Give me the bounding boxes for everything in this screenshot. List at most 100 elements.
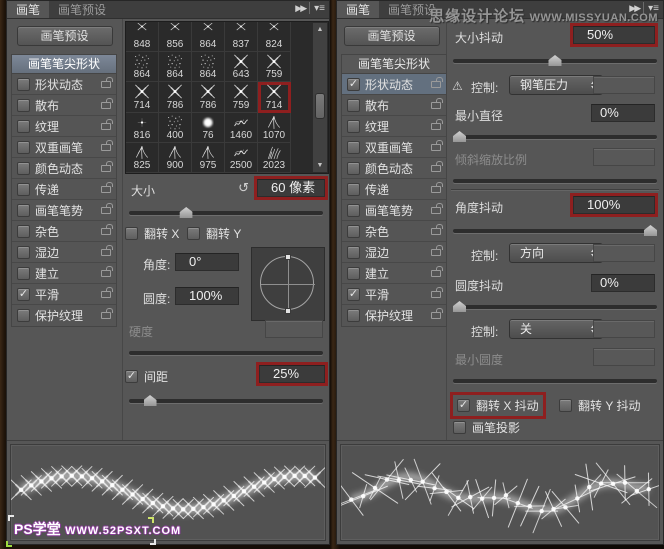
checkbox[interactable]: ✓	[457, 399, 470, 412]
roundness-handle[interactable]	[285, 254, 291, 260]
sidebar-item[interactable]: 纹理	[12, 116, 116, 137]
flip-x-checkbox-row[interactable]: 翻转 X	[125, 225, 179, 242]
checkbox[interactable]	[17, 119, 30, 133]
checkbox[interactable]	[347, 245, 360, 259]
sidebar-item[interactable]: 形状动态	[12, 74, 116, 95]
control-dropdown[interactable]: 方向	[509, 243, 603, 263]
brush-thumbnail[interactable]: 1460	[225, 112, 258, 143]
brush-thumbnail[interactable]: 856	[159, 22, 192, 53]
checkbox[interactable]	[187, 227, 200, 240]
reset-icon[interactable]: ↺	[238, 180, 249, 196]
brush-projection-checkbox-row[interactable]: 画笔投影	[453, 419, 520, 436]
sidebar-item[interactable]: 散布	[342, 95, 446, 116]
sidebar-item[interactable]: 颜色动态	[12, 158, 116, 179]
brush-thumbnail[interactable]: 864	[192, 52, 225, 83]
checkbox[interactable]	[17, 245, 30, 259]
checkbox[interactable]	[17, 98, 30, 112]
checkbox[interactable]	[17, 161, 30, 175]
checkbox[interactable]	[17, 203, 30, 217]
sidebar-item[interactable]: 传递	[12, 179, 116, 200]
sidebar-item[interactable]: 双重画笔	[12, 137, 116, 158]
size-value-field[interactable]: 60 像素	[257, 179, 325, 197]
brush-presets-button[interactable]: 画笔预设	[343, 26, 440, 46]
sidebar-item[interactable]: 画笔笔势	[342, 200, 446, 221]
sidebar-item[interactable]: 纹理	[342, 116, 446, 137]
brush-thumbnail[interactable]: 714	[126, 82, 159, 113]
roundness-jitter-value-field[interactable]: 0%	[591, 274, 655, 292]
checkbox[interactable]	[347, 224, 360, 238]
checkbox[interactable]	[17, 140, 30, 154]
checkbox[interactable]	[347, 266, 360, 280]
brush-thumbnail[interactable]: 759	[225, 82, 258, 113]
slider-thumb[interactable]	[644, 225, 657, 236]
sidebar-item[interactable]: ✓ 平滑	[342, 284, 446, 305]
checkbox[interactable]	[17, 182, 30, 196]
slider-thumb[interactable]	[453, 131, 466, 142]
scroll-thumb[interactable]	[315, 93, 325, 119]
scrollbar[interactable]: ▲ ▼	[312, 23, 327, 172]
brush-thumbnail[interactable]: 759	[258, 52, 291, 83]
brush-thumbnail[interactable]: 786	[159, 82, 192, 113]
brush-thumbnail[interactable]: 864	[159, 52, 192, 83]
flip-y-checkbox-row[interactable]: 翻转 Y	[187, 225, 241, 242]
roundness-jitter-slider[interactable]	[453, 299, 657, 313]
angle-jitter-value-field[interactable]: 100%	[573, 196, 655, 214]
checkbox[interactable]	[125, 227, 138, 240]
brush-thumbnail[interactable]: 848	[126, 22, 159, 53]
sidebar-item[interactable]: 湿边	[342, 242, 446, 263]
collapse-panel-icon[interactable]: ▶▶	[295, 3, 307, 14]
spacing-slider[interactable]	[129, 393, 323, 407]
checkbox[interactable]	[17, 266, 30, 280]
min-diameter-value-field[interactable]: 0%	[591, 104, 655, 122]
brush-thumbnail[interactable]: 76	[192, 112, 225, 143]
checkbox[interactable]	[347, 140, 360, 154]
angle-roundness-widget[interactable]	[251, 247, 325, 321]
panel-menu-icon[interactable]: ▾≡	[314, 3, 325, 14]
spacing-checkbox-row[interactable]: ✓ 间距	[125, 368, 168, 385]
checkbox[interactable]: ✓	[347, 287, 360, 301]
checkbox[interactable]	[347, 182, 360, 196]
sidebar-item-brush-tip-shape[interactable]: 画笔笔尖形状	[341, 54, 447, 74]
checkbox[interactable]	[17, 77, 30, 91]
size-slider[interactable]	[129, 205, 323, 219]
brush-thumbnail[interactable]: 824	[258, 22, 291, 53]
brush-thumbnail[interactable]: 786	[192, 82, 225, 113]
sidebar-item[interactable]: 双重画笔	[342, 137, 446, 158]
sidebar-item[interactable]: 保护纹理	[12, 305, 116, 326]
flip-y-jitter-checkbox-row[interactable]: 翻转 Y 抖动	[559, 397, 640, 414]
control-dropdown[interactable]: 关	[509, 319, 603, 339]
checkbox[interactable]	[347, 119, 360, 133]
roundness-value-field[interactable]: 100%	[175, 287, 239, 305]
slider-thumb[interactable]	[453, 301, 466, 312]
sidebar-item[interactable]: 杂色	[12, 221, 116, 242]
brush-thumbnail[interactable]: 714	[258, 82, 291, 113]
tab-brush-presets[interactable]: 画笔预设	[49, 1, 115, 18]
brush-thumbnail[interactable]: 643	[225, 52, 258, 83]
brush-thumbnail[interactable]: 864	[126, 52, 159, 83]
size-jitter-slider[interactable]	[453, 53, 657, 67]
checkbox[interactable]	[17, 224, 30, 238]
checkbox[interactable]	[347, 98, 360, 112]
brush-thumbnail[interactable]: 864	[192, 22, 225, 53]
angle-jitter-slider[interactable]	[453, 223, 657, 237]
checkbox[interactable]: ✓	[125, 370, 138, 383]
sidebar-item[interactable]: ✓ 形状动态	[342, 74, 446, 95]
size-jitter-value-field[interactable]: 50%	[573, 26, 655, 44]
checkbox[interactable]	[17, 309, 30, 322]
roundness-handle[interactable]	[285, 308, 291, 314]
brush-thumbnail[interactable]: 900	[159, 142, 192, 173]
sidebar-item[interactable]: 保护纹理	[342, 305, 446, 326]
sidebar-item[interactable]: 传递	[342, 179, 446, 200]
checkbox[interactable]	[347, 309, 360, 322]
brush-thumbnail[interactable]: 975	[192, 142, 225, 173]
slider-thumb[interactable]	[143, 395, 157, 406]
sidebar-item[interactable]: 散布	[12, 95, 116, 116]
checkbox[interactable]	[559, 399, 572, 412]
control-dropdown[interactable]: 钢笔压力	[509, 75, 603, 95]
slider-thumb[interactable]	[548, 55, 562, 66]
sidebar-item[interactable]: 画笔笔势	[12, 200, 116, 221]
tab-brush[interactable]: 画笔	[7, 1, 50, 18]
brush-thumbnail[interactable]: 400	[159, 112, 192, 143]
brush-thumbnail[interactable]: 837	[225, 22, 258, 53]
flip-x-jitter-checkbox-row[interactable]: ✓ 翻转 X 抖动	[453, 395, 543, 416]
